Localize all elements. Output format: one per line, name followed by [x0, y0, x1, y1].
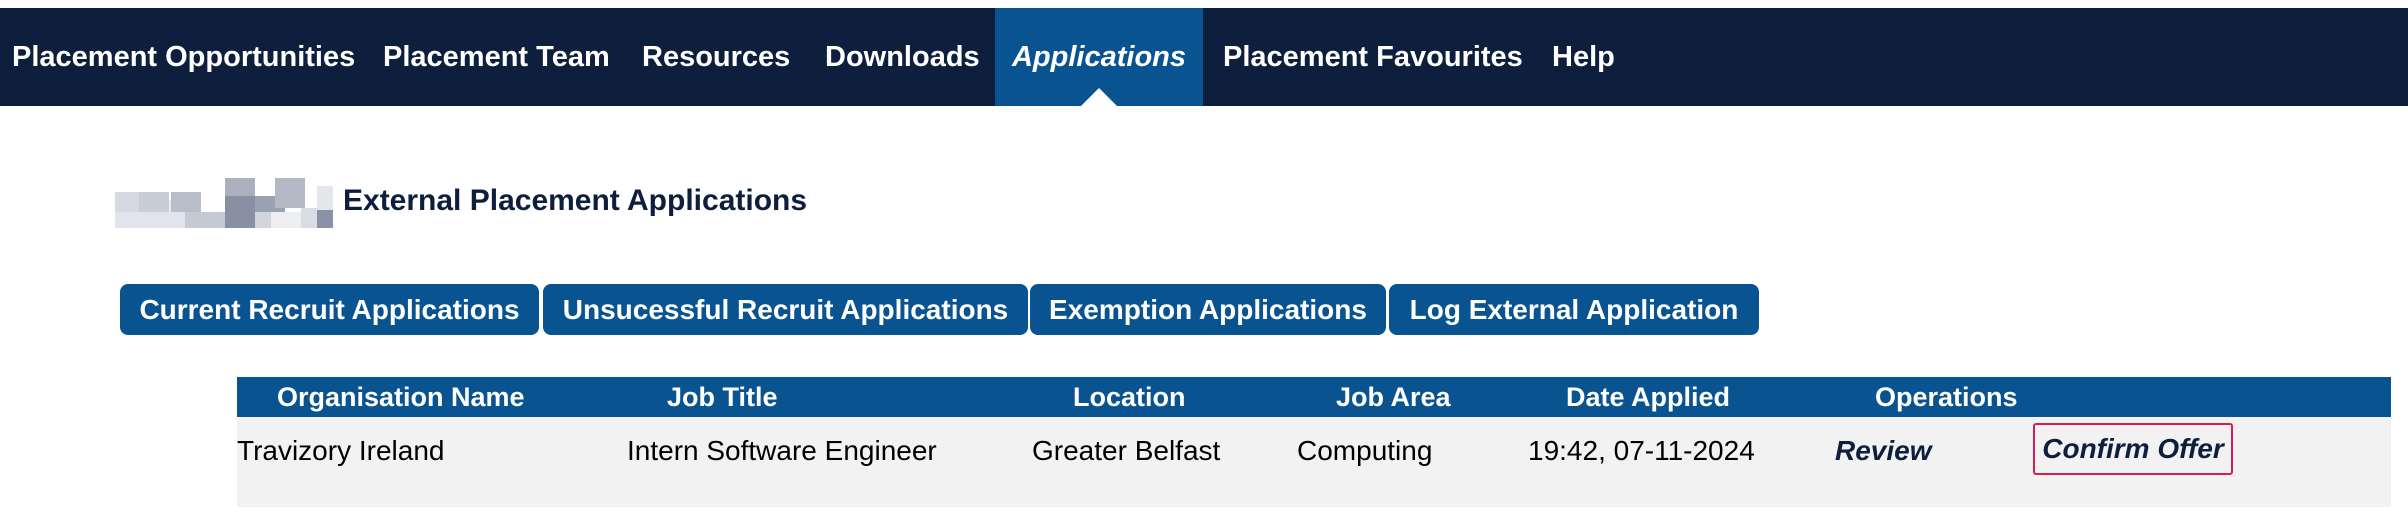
nav-item-placement-team[interactable]: Placement Team: [383, 8, 610, 106]
column-header-location[interactable]: Location: [1073, 377, 1186, 417]
review-link[interactable]: Review: [1835, 431, 1932, 471]
cell-location: Greater Belfast: [1032, 435, 1221, 466]
tab-exemption-applications[interactable]: Exemption Applications: [1030, 284, 1386, 335]
column-header-organisation[interactable]: Organisation Name: [277, 377, 525, 417]
nav-item-applications[interactable]: Applications: [995, 8, 1203, 107]
nav-item-placement-favourites[interactable]: Placement Favourites: [1223, 8, 1523, 106]
tab-current-recruit-applications[interactable]: Current Recruit Applications: [120, 284, 539, 335]
table-header: Organisation Name Job Title Location Job…: [237, 377, 2391, 417]
avatar: [115, 178, 339, 228]
column-header-job-title[interactable]: Job Title: [667, 377, 778, 417]
column-header-date-applied[interactable]: Date Applied: [1566, 377, 1730, 417]
confirm-offer-button[interactable]: Confirm Offer: [2033, 423, 2233, 475]
nav-item-resources[interactable]: Resources: [642, 8, 790, 106]
tab-unsuccessful-recruit-applications[interactable]: Unsucessful Recruit Applications: [543, 284, 1028, 335]
column-header-job-area[interactable]: Job Area: [1336, 377, 1451, 417]
page-title: External Placement Applications: [343, 184, 808, 217]
nav-item-downloads[interactable]: Downloads: [825, 8, 980, 106]
cell-organisation: Travizory Ireland: [237, 435, 445, 466]
nav-item-help[interactable]: Help: [1552, 8, 1615, 106]
active-caret-icon: [1080, 88, 1118, 107]
cell-job-area: Computing: [1297, 435, 1433, 466]
nav-item-placement-opportunities[interactable]: Placement Opportunities: [12, 8, 355, 106]
column-header-operations: Operations: [1875, 382, 2018, 412]
tab-log-external-application[interactable]: Log External Application: [1389, 284, 1759, 335]
cell-date-applied: 19:42, 07-11-2024: [1528, 435, 1755, 466]
nav-item-applications-label: Applications: [1011, 41, 1186, 73]
table-row: Travizory Ireland Intern Software Engine…: [237, 417, 2391, 507]
cell-job-title: Intern Software Engineer: [627, 435, 937, 466]
top-navigation: Placement Opportunities Placement Team R…: [0, 8, 2408, 107]
